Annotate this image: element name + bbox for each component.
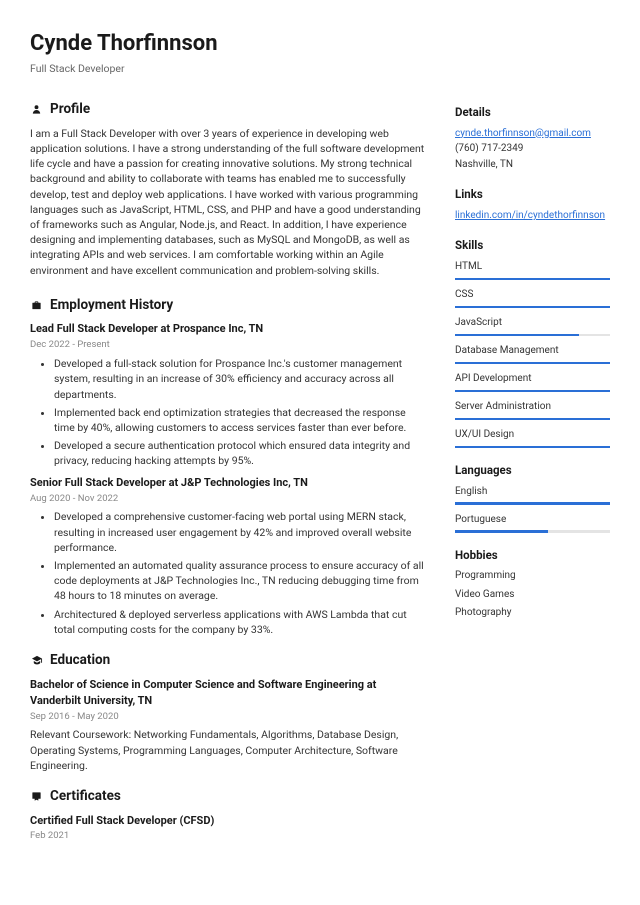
skill-item: English	[455, 485, 610, 505]
languages-heading: Languages	[455, 462, 610, 479]
details-block: Details cynde.thorfinnson@gmail.com (760…	[455, 104, 610, 172]
skill-bar-fill	[455, 362, 610, 365]
person-title: Full Stack Developer	[30, 61, 610, 76]
skill-bar	[455, 446, 610, 449]
skill-bar	[455, 362, 610, 365]
education-section: Education Bachelor of Science in Compute…	[30, 651, 427, 773]
graduation-icon	[30, 655, 43, 666]
skill-name: Portuguese	[455, 513, 610, 528]
degree-title: Bachelor of Science in Computer Science …	[30, 677, 427, 709]
skill-name: Server Administration	[455, 400, 610, 415]
person-icon	[30, 104, 43, 115]
person-name: Cynde Thorfinnson	[30, 28, 610, 60]
skills-container: HTML CSS JavaScript Database Management API …	[455, 260, 610, 448]
skill-bar-fill	[455, 502, 610, 505]
skill-bar-fill	[455, 390, 610, 393]
languages-container: English Portuguese	[455, 485, 610, 533]
skill-item: API Development	[455, 372, 610, 392]
skill-bar-fill	[455, 278, 610, 281]
job-bullet: Developed a comprehensive customer-facin…	[54, 509, 427, 555]
languages-block: Languages English Portuguese	[455, 462, 610, 533]
skill-item: Database Management	[455, 344, 610, 364]
skill-bar	[455, 390, 610, 393]
certificate-icon	[30, 791, 43, 802]
job-bullet: Implemented back end optimization strate…	[54, 405, 427, 435]
skill-bar	[455, 418, 610, 421]
job-dates: Aug 2020 - Nov 2022	[30, 492, 427, 506]
skill-item: CSS	[455, 288, 610, 308]
jobs-container: Lead Full Stack Developer at Prospance I…	[30, 321, 427, 637]
email-link[interactable]: cynde.thorfinnson@gmail.com	[455, 128, 591, 139]
skill-bar	[455, 334, 610, 337]
skill-item: UX/UI Design	[455, 428, 610, 448]
profile-heading: Profile	[50, 100, 90, 120]
links-block: Links linkedin.com/in/cyndethorfinnson	[455, 186, 610, 223]
skill-item: JavaScript	[455, 316, 610, 336]
location-text: Nashville, TN	[455, 158, 610, 173]
profile-section: Profile I am a Full Stack Developer with…	[30, 100, 427, 278]
hobbies-container: Programming Video Games Photography	[455, 569, 610, 621]
skill-name: HTML	[455, 260, 610, 275]
certs-heading: Certificates	[50, 787, 121, 807]
skill-bar-fill	[455, 418, 610, 421]
skill-bar-fill	[455, 334, 579, 337]
education-dates: Sep 2016 - May 2020	[30, 710, 427, 724]
briefcase-icon	[30, 300, 43, 311]
skill-bar	[455, 306, 610, 309]
profile-text: I am a Full Stack Developer with over 3 …	[30, 126, 427, 278]
education-desc: Relevant Coursework: Networking Fundamen…	[30, 727, 427, 773]
employment-heading: Employment History	[50, 296, 173, 316]
links-heading: Links	[455, 186, 610, 203]
job-bullet: Developed a secure authentication protoc…	[54, 438, 427, 468]
job-bullet: Implemented an automated quality assuran…	[54, 558, 427, 604]
linkedin-link[interactable]: linkedin.com/in/cyndethorfinnson	[455, 210, 605, 221]
skills-heading: Skills	[455, 237, 610, 254]
hobbies-block: Hobbies Programming Video Games Photograph…	[455, 547, 610, 621]
skill-name: API Development	[455, 372, 610, 387]
skill-bar-fill	[455, 446, 610, 449]
job-bullet: Architectured & deployed serverless appl…	[54, 607, 427, 637]
hobbies-heading: Hobbies	[455, 547, 610, 564]
cert-title: Certified Full Stack Developer (CFSD)	[30, 813, 427, 829]
skill-name: UX/UI Design	[455, 428, 610, 443]
skill-item: Server Administration	[455, 400, 610, 420]
hobby-item: Video Games	[455, 588, 610, 603]
employment-section: Employment History Lead Full Stack Devel…	[30, 296, 427, 637]
certs-section: Certificates Certified Full Stack Develo…	[30, 787, 427, 843]
skill-bar	[455, 530, 610, 533]
skill-bar	[455, 502, 610, 505]
skill-bar-fill	[455, 306, 610, 309]
skill-name: English	[455, 485, 610, 500]
job-bullets: Developed a full-stack solution for Pros…	[30, 356, 427, 469]
phone-text: (760) 717-2349	[455, 142, 610, 157]
skill-bar	[455, 278, 610, 281]
education-heading: Education	[50, 651, 110, 671]
job-bullet: Developed a full-stack solution for Pros…	[54, 356, 427, 402]
hobby-item: Photography	[455, 606, 610, 621]
skill-name: JavaScript	[455, 316, 610, 331]
skills-block: Skills HTML CSS JavaScript Database Managem…	[455, 237, 610, 448]
skill-bar-fill	[455, 530, 548, 533]
job-title: Senior Full Stack Developer at J&P Techn…	[30, 475, 427, 491]
job-dates: Dec 2022 - Present	[30, 338, 427, 352]
job-bullets: Developed a comprehensive customer-facin…	[30, 509, 427, 637]
hobby-item: Programming	[455, 569, 610, 584]
details-heading: Details	[455, 104, 610, 121]
job-title: Lead Full Stack Developer at Prospance I…	[30, 321, 427, 337]
skill-name: CSS	[455, 288, 610, 303]
cert-dates: Feb 2021	[30, 829, 427, 843]
skill-item: HTML	[455, 260, 610, 280]
skill-name: Database Management	[455, 344, 610, 359]
skill-item: Portuguese	[455, 513, 610, 533]
